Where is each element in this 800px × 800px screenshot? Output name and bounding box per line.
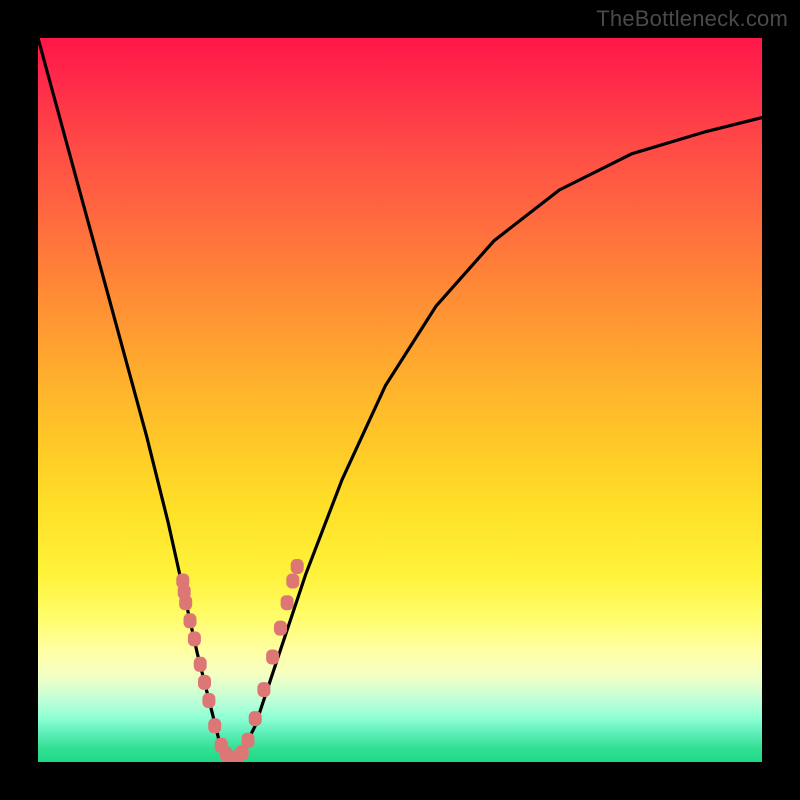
- marker-dot: [281, 595, 294, 610]
- marker-dot: [194, 657, 207, 672]
- marker-dot: [184, 613, 197, 628]
- marker-dot: [242, 733, 255, 748]
- marker-dot: [257, 682, 270, 697]
- bottleneck-curve-path: [38, 38, 762, 762]
- plot-area: [38, 38, 762, 762]
- marker-dot: [202, 693, 215, 708]
- marker-dot: [274, 621, 287, 636]
- marker-dot: [291, 559, 304, 574]
- marker-dot: [208, 718, 221, 733]
- marker-dot: [179, 595, 192, 610]
- marker-dot: [286, 574, 299, 589]
- marker-dot: [266, 650, 279, 665]
- bottleneck-curve: [38, 38, 762, 762]
- chart-svg: [38, 38, 762, 762]
- marker-points: [176, 559, 303, 762]
- watermark-label: TheBottleneck.com: [596, 6, 788, 32]
- marker-dot: [249, 711, 262, 726]
- chart-frame: TheBottleneck.com: [0, 0, 800, 800]
- marker-dot: [198, 675, 211, 690]
- marker-dot: [188, 631, 201, 646]
